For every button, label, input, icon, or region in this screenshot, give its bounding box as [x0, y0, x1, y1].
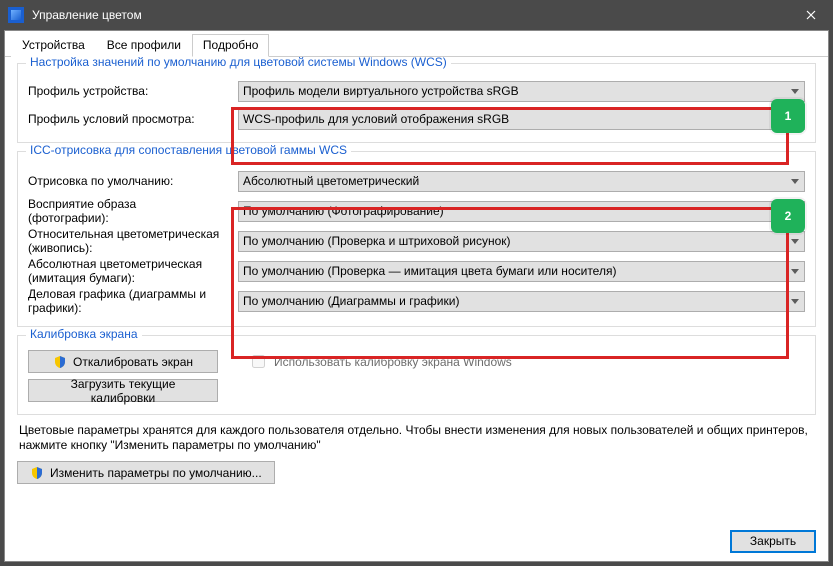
close-dialog-label: Закрыть	[750, 534, 796, 548]
load-calibrations-button[interactable]: Загрузить текущие калибровки	[28, 379, 218, 402]
relative-colorimetric-combo[interactable]: По умолчанию (Проверка и штриховой рисун…	[238, 231, 805, 252]
tab-devices[interactable]: Устройства	[11, 34, 96, 57]
shield-icon	[30, 466, 44, 480]
calibrate-display-button[interactable]: Откалибровать экран	[28, 350, 218, 373]
device-profile-combo[interactable]: Профиль модели виртуального устройства s…	[238, 81, 805, 102]
group-wcs-legend: Настройка значений по умолчанию для цвет…	[26, 57, 451, 69]
use-windows-calibration-check[interactable]: Использовать калибровку экрана Windows	[248, 352, 512, 371]
change-defaults-label: Изменить параметры по умолчанию...	[50, 466, 262, 480]
footer-note: Цветовые параметры хранятся для каждого …	[19, 423, 814, 453]
group-icc-legend: ICC-отрисовка для сопоставления цветовой…	[26, 143, 351, 157]
default-intent-combo[interactable]: Абсолютный цветометрический	[238, 171, 805, 192]
absolute-colorimetric-combo[interactable]: По умолчанию (Проверка — имитация цвета …	[238, 261, 805, 282]
window-title: Управление цветом	[32, 8, 788, 22]
absolute-colorimetric-label: Абсолютная цветометрическая(имитация бум…	[28, 257, 238, 285]
use-windows-calibration-checkbox[interactable]	[252, 355, 265, 368]
load-calibrations-label: Загрузить текущие калибровки	[41, 377, 205, 405]
titlebar: Управление цветом	[0, 0, 833, 30]
perceptual-combo[interactable]: По умолчанию (Фотографирование)	[238, 201, 805, 222]
relative-colorimetric-label: Относительная цветометрическая(живопись)…	[28, 227, 238, 255]
dialog-button-bar: Закрыть	[5, 521, 828, 561]
app-icon	[8, 7, 24, 23]
shield-icon	[53, 355, 67, 369]
close-button[interactable]	[788, 0, 833, 30]
perceptual-label: Восприятие образа(фотографии):	[28, 197, 238, 225]
viewing-profile-label: Профиль условий просмотра:	[28, 112, 238, 126]
business-graphics-label: Деловая графика (диаграммы играфики):	[28, 287, 238, 315]
tab-details[interactable]: Подробно	[192, 34, 270, 57]
change-defaults-button[interactable]: Изменить параметры по умолчанию...	[17, 461, 275, 484]
business-graphics-combo[interactable]: По умолчанию (Диаграммы и графики)	[238, 291, 805, 312]
tab-all-profiles[interactable]: Все профили	[96, 34, 192, 57]
close-dialog-button[interactable]: Закрыть	[730, 530, 816, 553]
group-wcs-defaults: Настройка значений по умолчанию для цвет…	[17, 63, 816, 143]
group-icc-rendering: ICC-отрисовка для сопоставления цветовой…	[17, 151, 816, 327]
tab-strip: Устройства Все профили Подробно	[5, 31, 828, 57]
tab-content: Настройка значений по умолчанию для цвет…	[5, 57, 828, 521]
default-intent-label: Отрисовка по умолчанию:	[28, 174, 238, 188]
window: Управление цветом Устройства Все профили…	[0, 0, 833, 566]
device-profile-label: Профиль устройства:	[28, 84, 238, 98]
group-calibration: Калибровка экрана Откалибровать экран Ис…	[17, 335, 816, 415]
close-icon	[806, 10, 816, 20]
client-area: Устройства Все профили Подробно Настройк…	[4, 30, 829, 562]
calibrate-display-label: Откалибровать экран	[73, 355, 193, 369]
viewing-profile-combo[interactable]: WCS-профиль для условий отображения sRGB	[238, 109, 805, 130]
use-windows-calibration-label: Использовать калибровку экрана Windows	[274, 355, 512, 369]
group-calibration-legend: Калибровка экрана	[26, 327, 142, 341]
